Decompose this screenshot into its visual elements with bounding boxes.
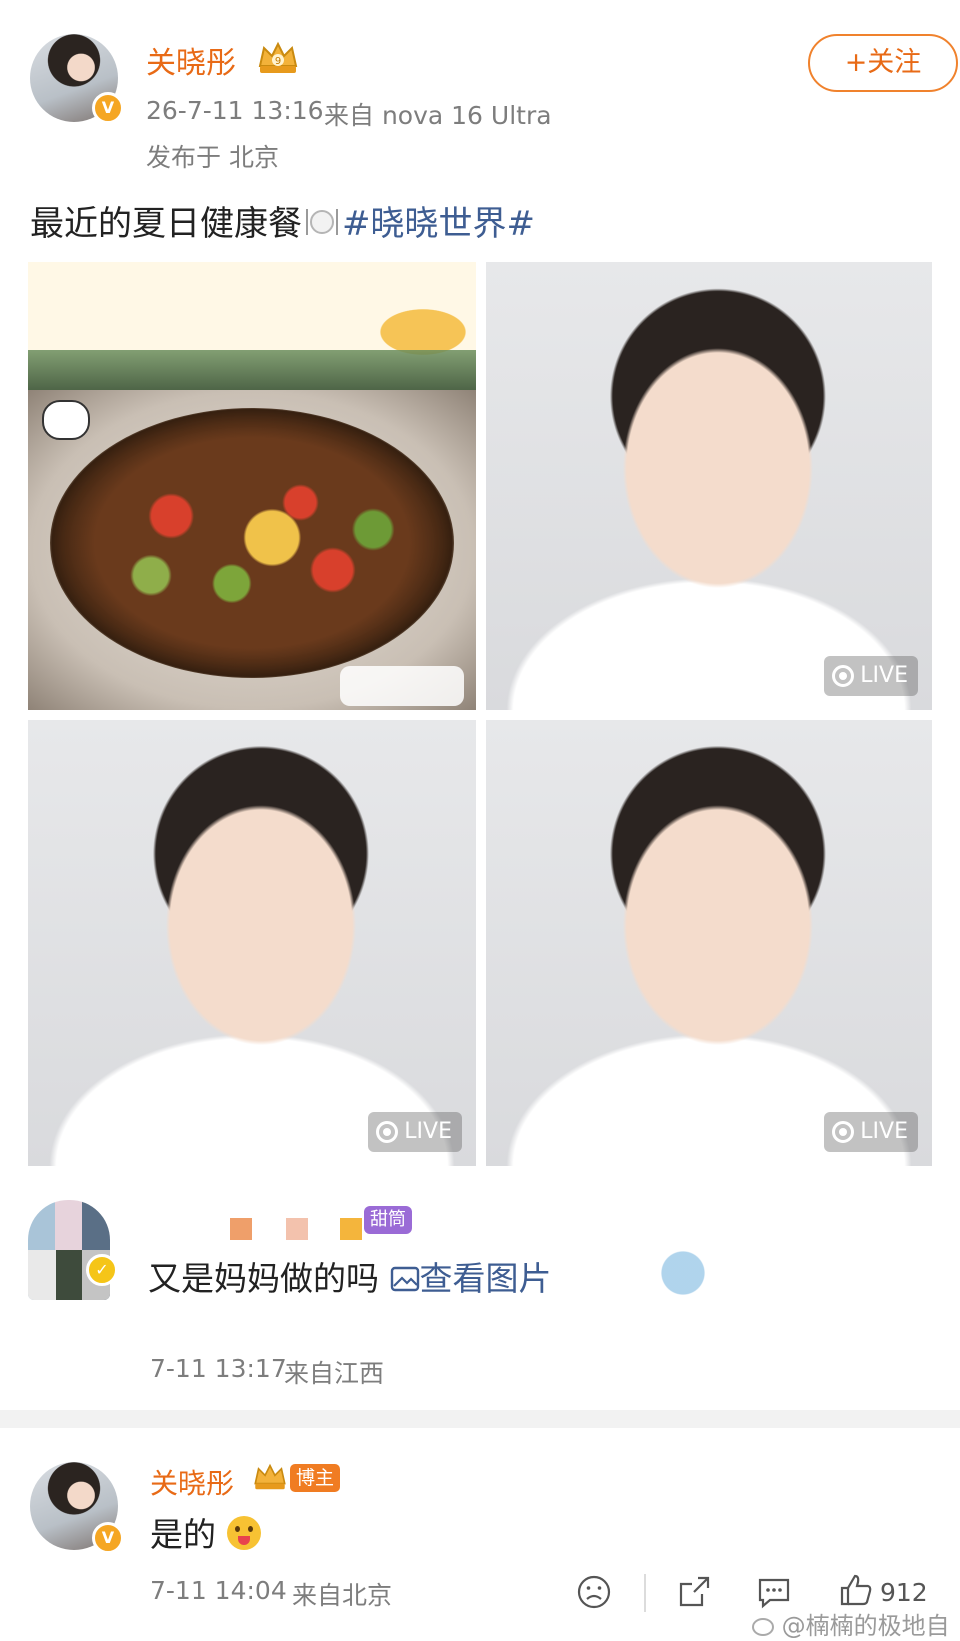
- hashtag-link[interactable]: #晓晓世界#: [342, 204, 535, 244]
- comment-time: 7-11 13:17: [150, 1354, 287, 1383]
- dislike-face-icon[interactable]: [576, 1574, 612, 1610]
- photo-selfie-3[interactable]: LIVE: [486, 720, 932, 1166]
- svg-text:9: 9: [275, 56, 281, 67]
- glass-container: [28, 350, 476, 390]
- username-mosaic-1: [230, 1218, 252, 1240]
- tongue-emoji-icon: [226, 1516, 261, 1550]
- username-mosaic-2: [286, 1218, 308, 1240]
- image-icon: [390, 1266, 419, 1292]
- view-image-label[interactable]: 查看图片: [420, 1259, 552, 1298]
- comment-icon[interactable]: [756, 1574, 792, 1610]
- post-source: 来自 nova 16 Ultra: [324, 101, 552, 130]
- live-badge: LIVE: [368, 1112, 462, 1152]
- photo-selfie-2[interactable]: LIVE: [28, 720, 476, 1166]
- like-thumb-icon[interactable]: [838, 1572, 874, 1608]
- author-badge: 博主: [290, 1464, 341, 1492]
- sticker-icon: [42, 400, 90, 440]
- live-badge: LIVE: [824, 1112, 918, 1152]
- reply-time: 7-11 14:04: [150, 1576, 287, 1605]
- photo-food-bowl[interactable]: [28, 390, 476, 710]
- live-badge: LIVE: [824, 656, 918, 696]
- sauce-bowl: [50, 408, 454, 678]
- like-count: 912: [880, 1578, 928, 1607]
- comment-text: 又是妈妈做的吗: [148, 1259, 379, 1298]
- action-separator: [644, 1574, 646, 1612]
- comment-location: 来自江西: [284, 1359, 385, 1388]
- reply-location: 来自北京: [292, 1581, 393, 1610]
- live-icon: [376, 1121, 399, 1143]
- live-label: LIVE: [860, 1119, 908, 1144]
- view-image-link[interactable]: 查看图片: [390, 1259, 552, 1298]
- photo-food-shrimp[interactable]: [28, 262, 476, 390]
- comment-row: 又是妈妈做的吗 查看图片: [148, 1252, 552, 1300]
- live-label: LIVE: [860, 663, 908, 688]
- share-icon[interactable]: [676, 1574, 712, 1610]
- reply-crown-icon: [254, 1463, 286, 1490]
- follow-button[interactable]: +关注: [808, 34, 958, 92]
- post-time: 26-7-11 13:16: [146, 96, 324, 125]
- post-text: 最近的夏日健康餐: [30, 204, 302, 244]
- live-label: LIVE: [404, 1119, 452, 1144]
- poster-username[interactable]: 关晓彤: [146, 38, 236, 82]
- post-location: 发布于 北京: [146, 143, 279, 172]
- post-text-row: 最近的夏日健康餐 #晓晓世界#: [30, 196, 535, 245]
- comment-sticker-decor: [642, 1240, 724, 1306]
- live-icon: [832, 1121, 855, 1143]
- commenter-verified-icon: ✓: [86, 1254, 118, 1286]
- sticker-bottom-icon: [340, 666, 464, 706]
- reply-text: 是的: [150, 1515, 216, 1554]
- reply-username[interactable]: 关晓彤: [150, 1462, 234, 1502]
- username-mosaic-3: [340, 1218, 362, 1240]
- reply-row: 是的: [150, 1508, 261, 1556]
- fan-badge-tiantong: 甜筒: [364, 1206, 412, 1234]
- plate-cutlery-icon: [302, 205, 342, 239]
- crown-level-icon: 9: [258, 41, 298, 73]
- photo-selfie-1[interactable]: LIVE: [486, 262, 932, 710]
- live-icon: [832, 665, 855, 687]
- section-divider: [0, 1410, 960, 1428]
- verified-badge-icon: V: [92, 92, 124, 124]
- weibo-logo-icon: [752, 1618, 774, 1636]
- reply-verified-icon: V: [92, 1522, 124, 1554]
